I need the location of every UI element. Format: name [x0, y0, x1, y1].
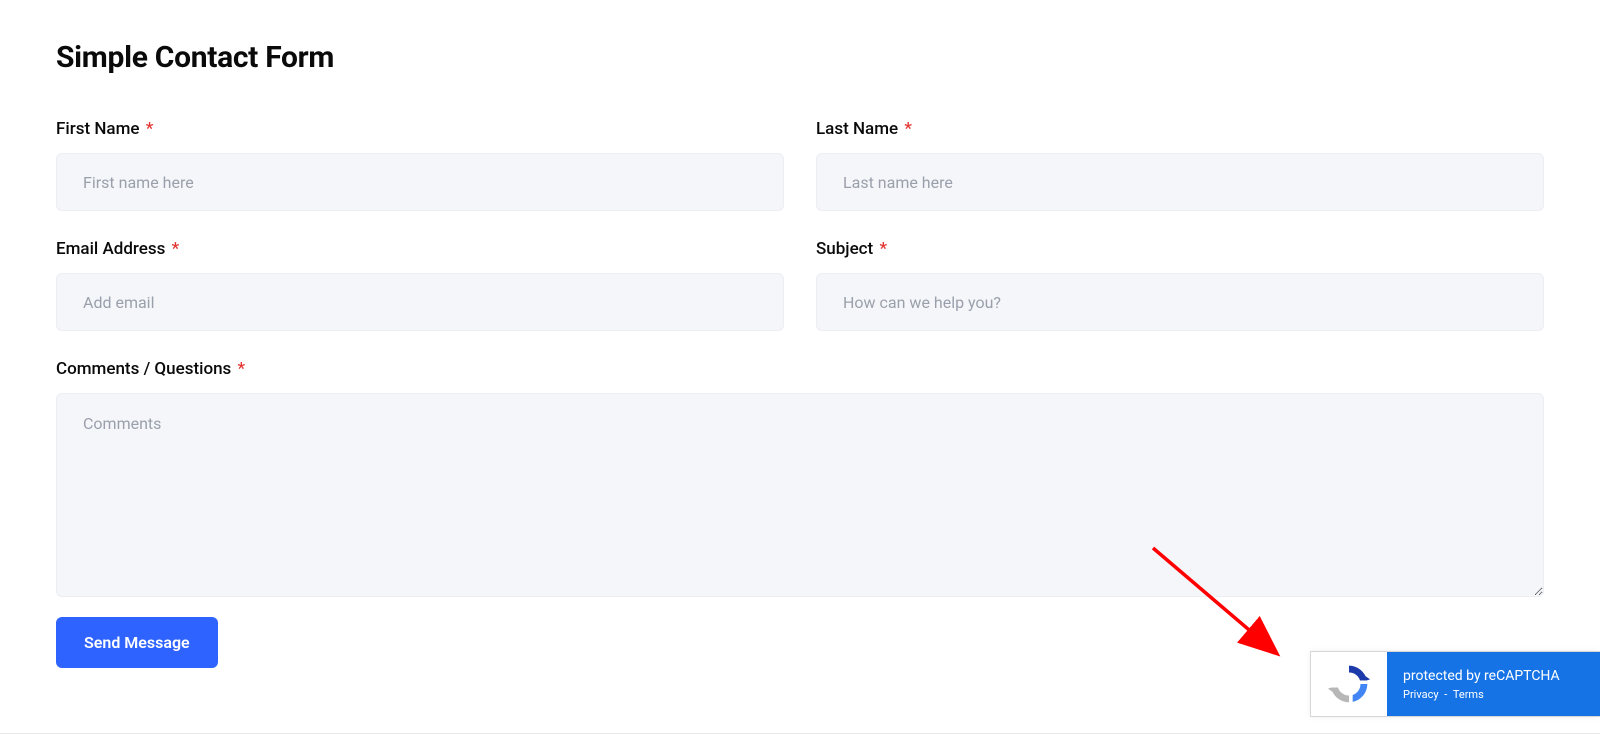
required-marker: *: [879, 239, 887, 259]
last-name-label: Last Name *: [816, 119, 1544, 139]
footer-divider: [0, 733, 1600, 734]
first-name-input[interactable]: [56, 153, 784, 211]
email-label: Email Address *: [56, 239, 784, 259]
first-name-label-text: First Name: [56, 119, 139, 139]
subject-input[interactable]: [816, 273, 1544, 331]
last-name-field-group: Last Name *: [816, 119, 1544, 211]
comments-textarea[interactable]: [56, 393, 1544, 597]
first-name-field-group: First Name *: [56, 119, 784, 211]
required-marker: *: [904, 119, 912, 139]
send-message-button[interactable]: Send Message: [56, 617, 218, 668]
recaptcha-separator: -: [1444, 688, 1447, 701]
recaptcha-logo: [1311, 652, 1387, 716]
recaptcha-protected-text: protected by reCAPTCHA: [1403, 668, 1600, 684]
comments-field-group: Comments / Questions *: [56, 359, 1544, 601]
comments-label: Comments / Questions *: [56, 359, 1544, 379]
required-marker: *: [172, 239, 180, 259]
form-row-1: First Name * Last Name *: [56, 119, 1544, 211]
email-field-group: Email Address *: [56, 239, 784, 331]
form-title: Simple Contact Form: [56, 40, 1544, 75]
recaptcha-badge[interactable]: protected by reCAPTCHA Privacy - Terms: [1310, 651, 1600, 717]
form-row-2: Email Address * Subject *: [56, 239, 1544, 331]
email-label-text: Email Address: [56, 239, 165, 259]
subject-label-text: Subject: [816, 239, 873, 259]
recaptcha-links: Privacy - Terms: [1403, 688, 1600, 701]
subject-label: Subject *: [816, 239, 1544, 259]
required-marker: *: [238, 359, 246, 379]
contact-form-container: Simple Contact Form First Name * Last Na…: [0, 0, 1600, 684]
first-name-label: First Name *: [56, 119, 784, 139]
subject-field-group: Subject *: [816, 239, 1544, 331]
email-input[interactable]: [56, 273, 784, 331]
comments-label-text: Comments / Questions: [56, 359, 231, 379]
last-name-input[interactable]: [816, 153, 1544, 211]
required-marker: *: [146, 119, 154, 139]
last-name-label-text: Last Name: [816, 119, 898, 139]
recaptcha-privacy-link[interactable]: Privacy: [1403, 688, 1439, 701]
recaptcha-text: protected by reCAPTCHA Privacy - Terms: [1387, 652, 1600, 716]
recaptcha-icon: [1327, 662, 1371, 706]
recaptcha-terms-link[interactable]: Terms: [1453, 688, 1484, 701]
